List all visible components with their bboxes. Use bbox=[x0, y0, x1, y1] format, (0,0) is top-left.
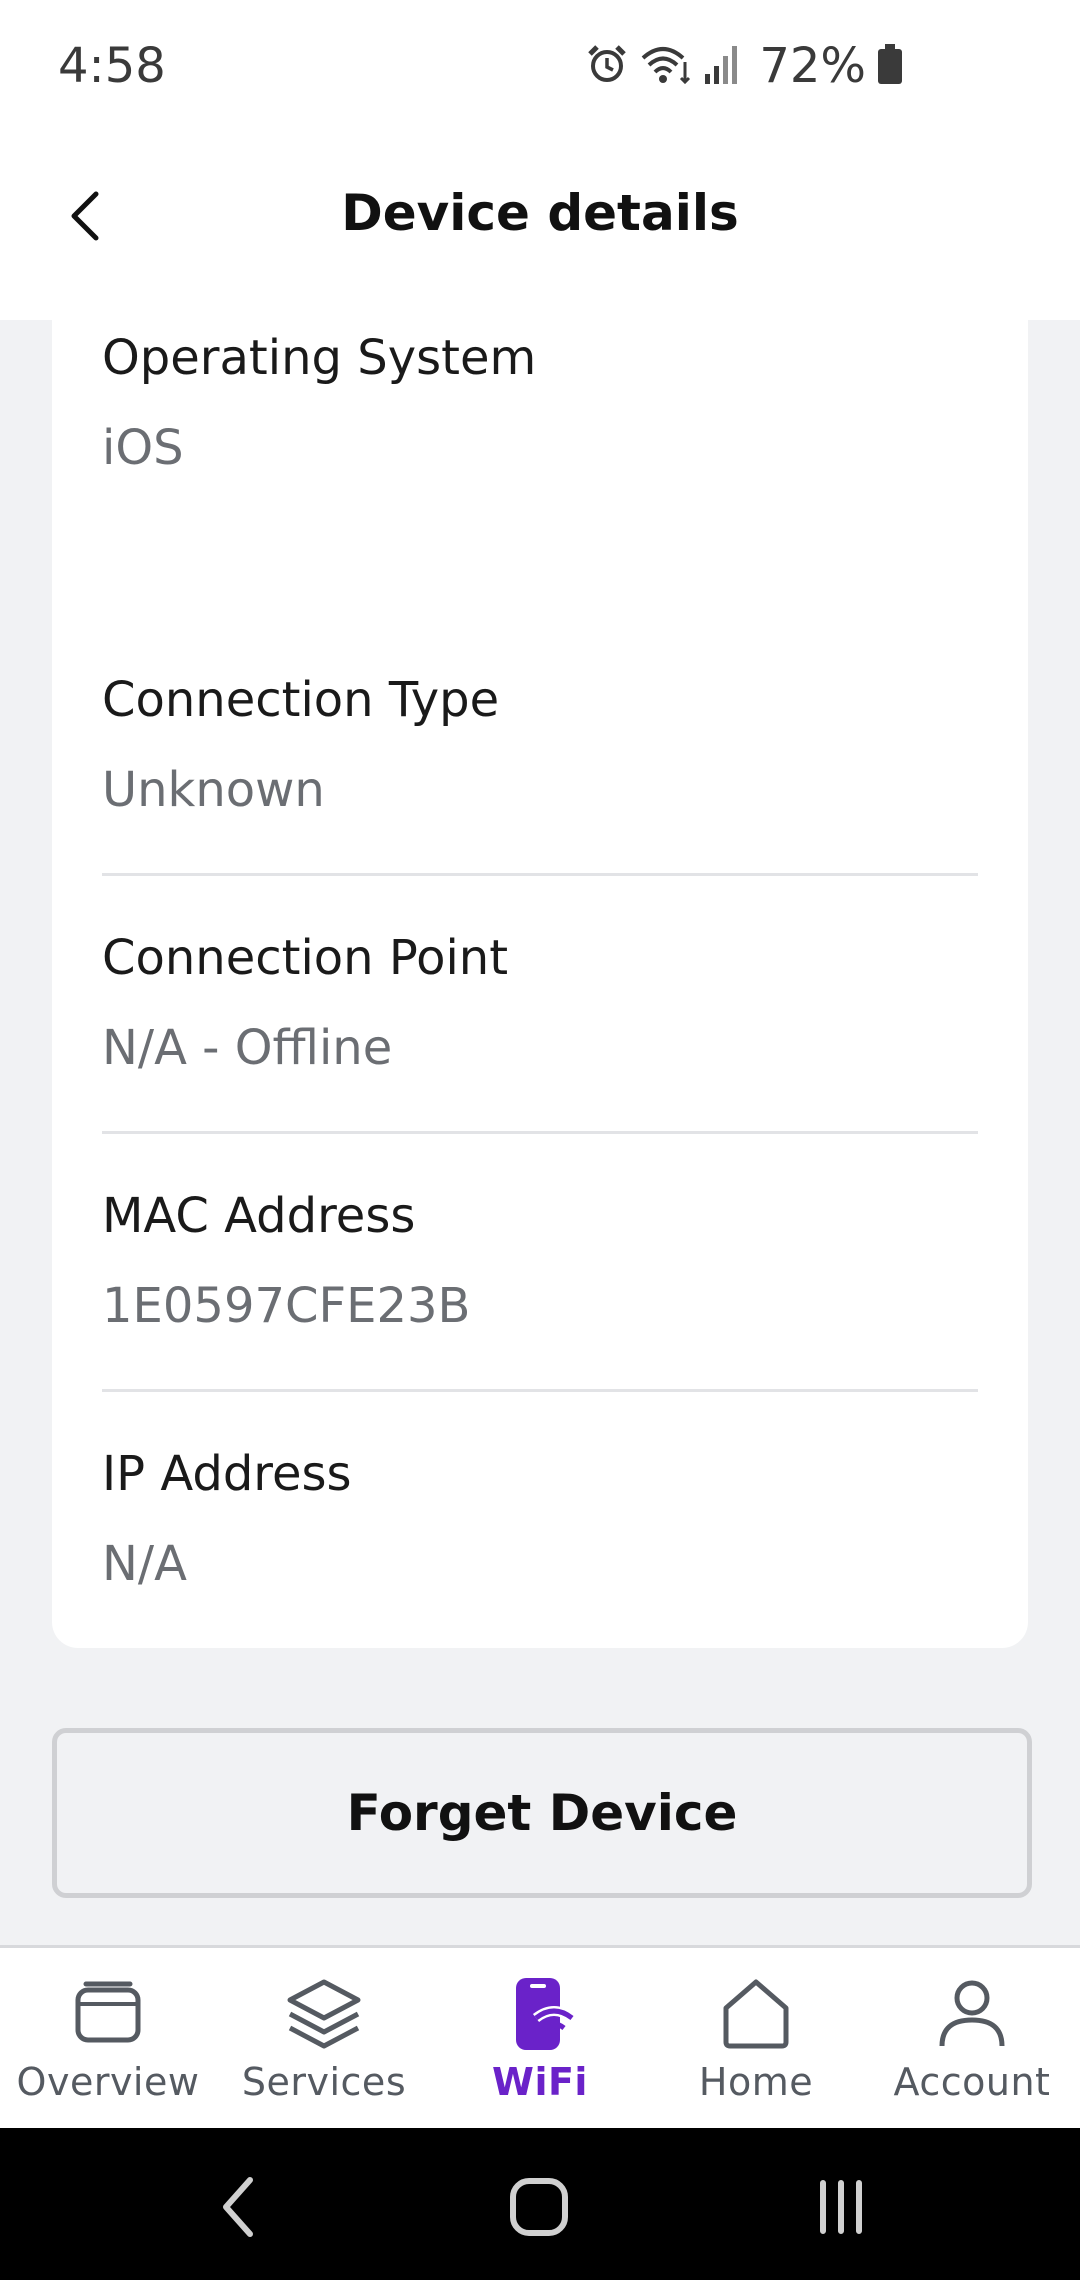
divider bbox=[102, 1131, 978, 1134]
nav-item-home[interactable]: Home bbox=[648, 1948, 864, 2130]
signal-icon bbox=[703, 42, 743, 90]
nav-label-wifi: WiFi bbox=[492, 2060, 588, 2104]
overview-icon bbox=[75, 1981, 141, 2043]
battery-icon bbox=[876, 42, 904, 90]
nav-item-account[interactable]: Account bbox=[864, 1948, 1080, 2130]
status-time: 4:58 bbox=[58, 38, 166, 94]
bottom-navigation: Overview Services WiFi Home Account bbox=[0, 1945, 1080, 2130]
connection-point-value: N/A - Offline bbox=[102, 1020, 393, 1076]
wifi-device-icon bbox=[516, 1978, 576, 2050]
connection-card: Connection Type Unknown Connection Point… bbox=[52, 618, 1028, 1648]
divider bbox=[102, 873, 978, 876]
connection-type-value: Unknown bbox=[102, 762, 325, 818]
system-navigation-bar bbox=[0, 2128, 1080, 2280]
connection-point-label: Connection Point bbox=[102, 930, 509, 986]
battery-percentage: 72% bbox=[759, 38, 866, 94]
nav-label-overview: Overview bbox=[16, 2060, 200, 2104]
alarm-icon bbox=[585, 42, 629, 90]
connection-type-field: Connection Type Unknown bbox=[102, 670, 978, 820]
status-icons: 72% bbox=[585, 36, 904, 96]
nav-label-account: Account bbox=[893, 2060, 1051, 2104]
operating-system-field: Operating System iOS bbox=[102, 328, 978, 478]
nav-item-wifi[interactable]: WiFi bbox=[432, 1948, 648, 2130]
device-details-content[interactable]: Operating System iOS Connection Type Unk… bbox=[0, 320, 1080, 1945]
system-recents-button[interactable] bbox=[796, 2162, 886, 2252]
system-back-button[interactable] bbox=[194, 2162, 284, 2252]
nav-item-overview[interactable]: Overview bbox=[0, 1948, 216, 2130]
home-icon bbox=[723, 1979, 789, 2049]
system-back-icon bbox=[223, 2177, 253, 2237]
nav-label-home: Home bbox=[698, 2060, 814, 2104]
connection-type-label: Connection Type bbox=[102, 672, 500, 728]
nav-item-services[interactable]: Services bbox=[216, 1948, 432, 2130]
system-home-button[interactable] bbox=[494, 2162, 584, 2252]
nav-label-services: Services bbox=[241, 2060, 407, 2104]
page-title: Device details bbox=[341, 184, 739, 242]
forget-device-button[interactable]: Forget Device bbox=[52, 1728, 1032, 1898]
operating-system-label: Operating System bbox=[102, 330, 537, 386]
operating-system-value: iOS bbox=[102, 420, 184, 476]
ip-address-field: IP Address N/A bbox=[102, 1444, 978, 1594]
status-bar: 4:58 72% bbox=[0, 0, 1080, 140]
ip-address-value: N/A bbox=[102, 1536, 187, 1592]
system-home-icon bbox=[510, 2178, 568, 2236]
connection-point-field: Connection Point N/A - Offline bbox=[102, 928, 978, 1078]
mac-address-field: MAC Address 1E0597CFE23B bbox=[102, 1186, 978, 1336]
mac-address-value: 1E0597CFE23B bbox=[102, 1278, 471, 1334]
ip-address-label: IP Address bbox=[102, 1446, 352, 1502]
layers-icon bbox=[287, 1979, 361, 2049]
divider bbox=[102, 1389, 978, 1392]
person-icon bbox=[939, 1980, 1005, 2047]
mac-address-label: MAC Address bbox=[102, 1188, 416, 1244]
app-header: Device details bbox=[0, 140, 1080, 320]
wifi-icon bbox=[639, 42, 693, 90]
system-recents-icon bbox=[820, 2180, 862, 2234]
